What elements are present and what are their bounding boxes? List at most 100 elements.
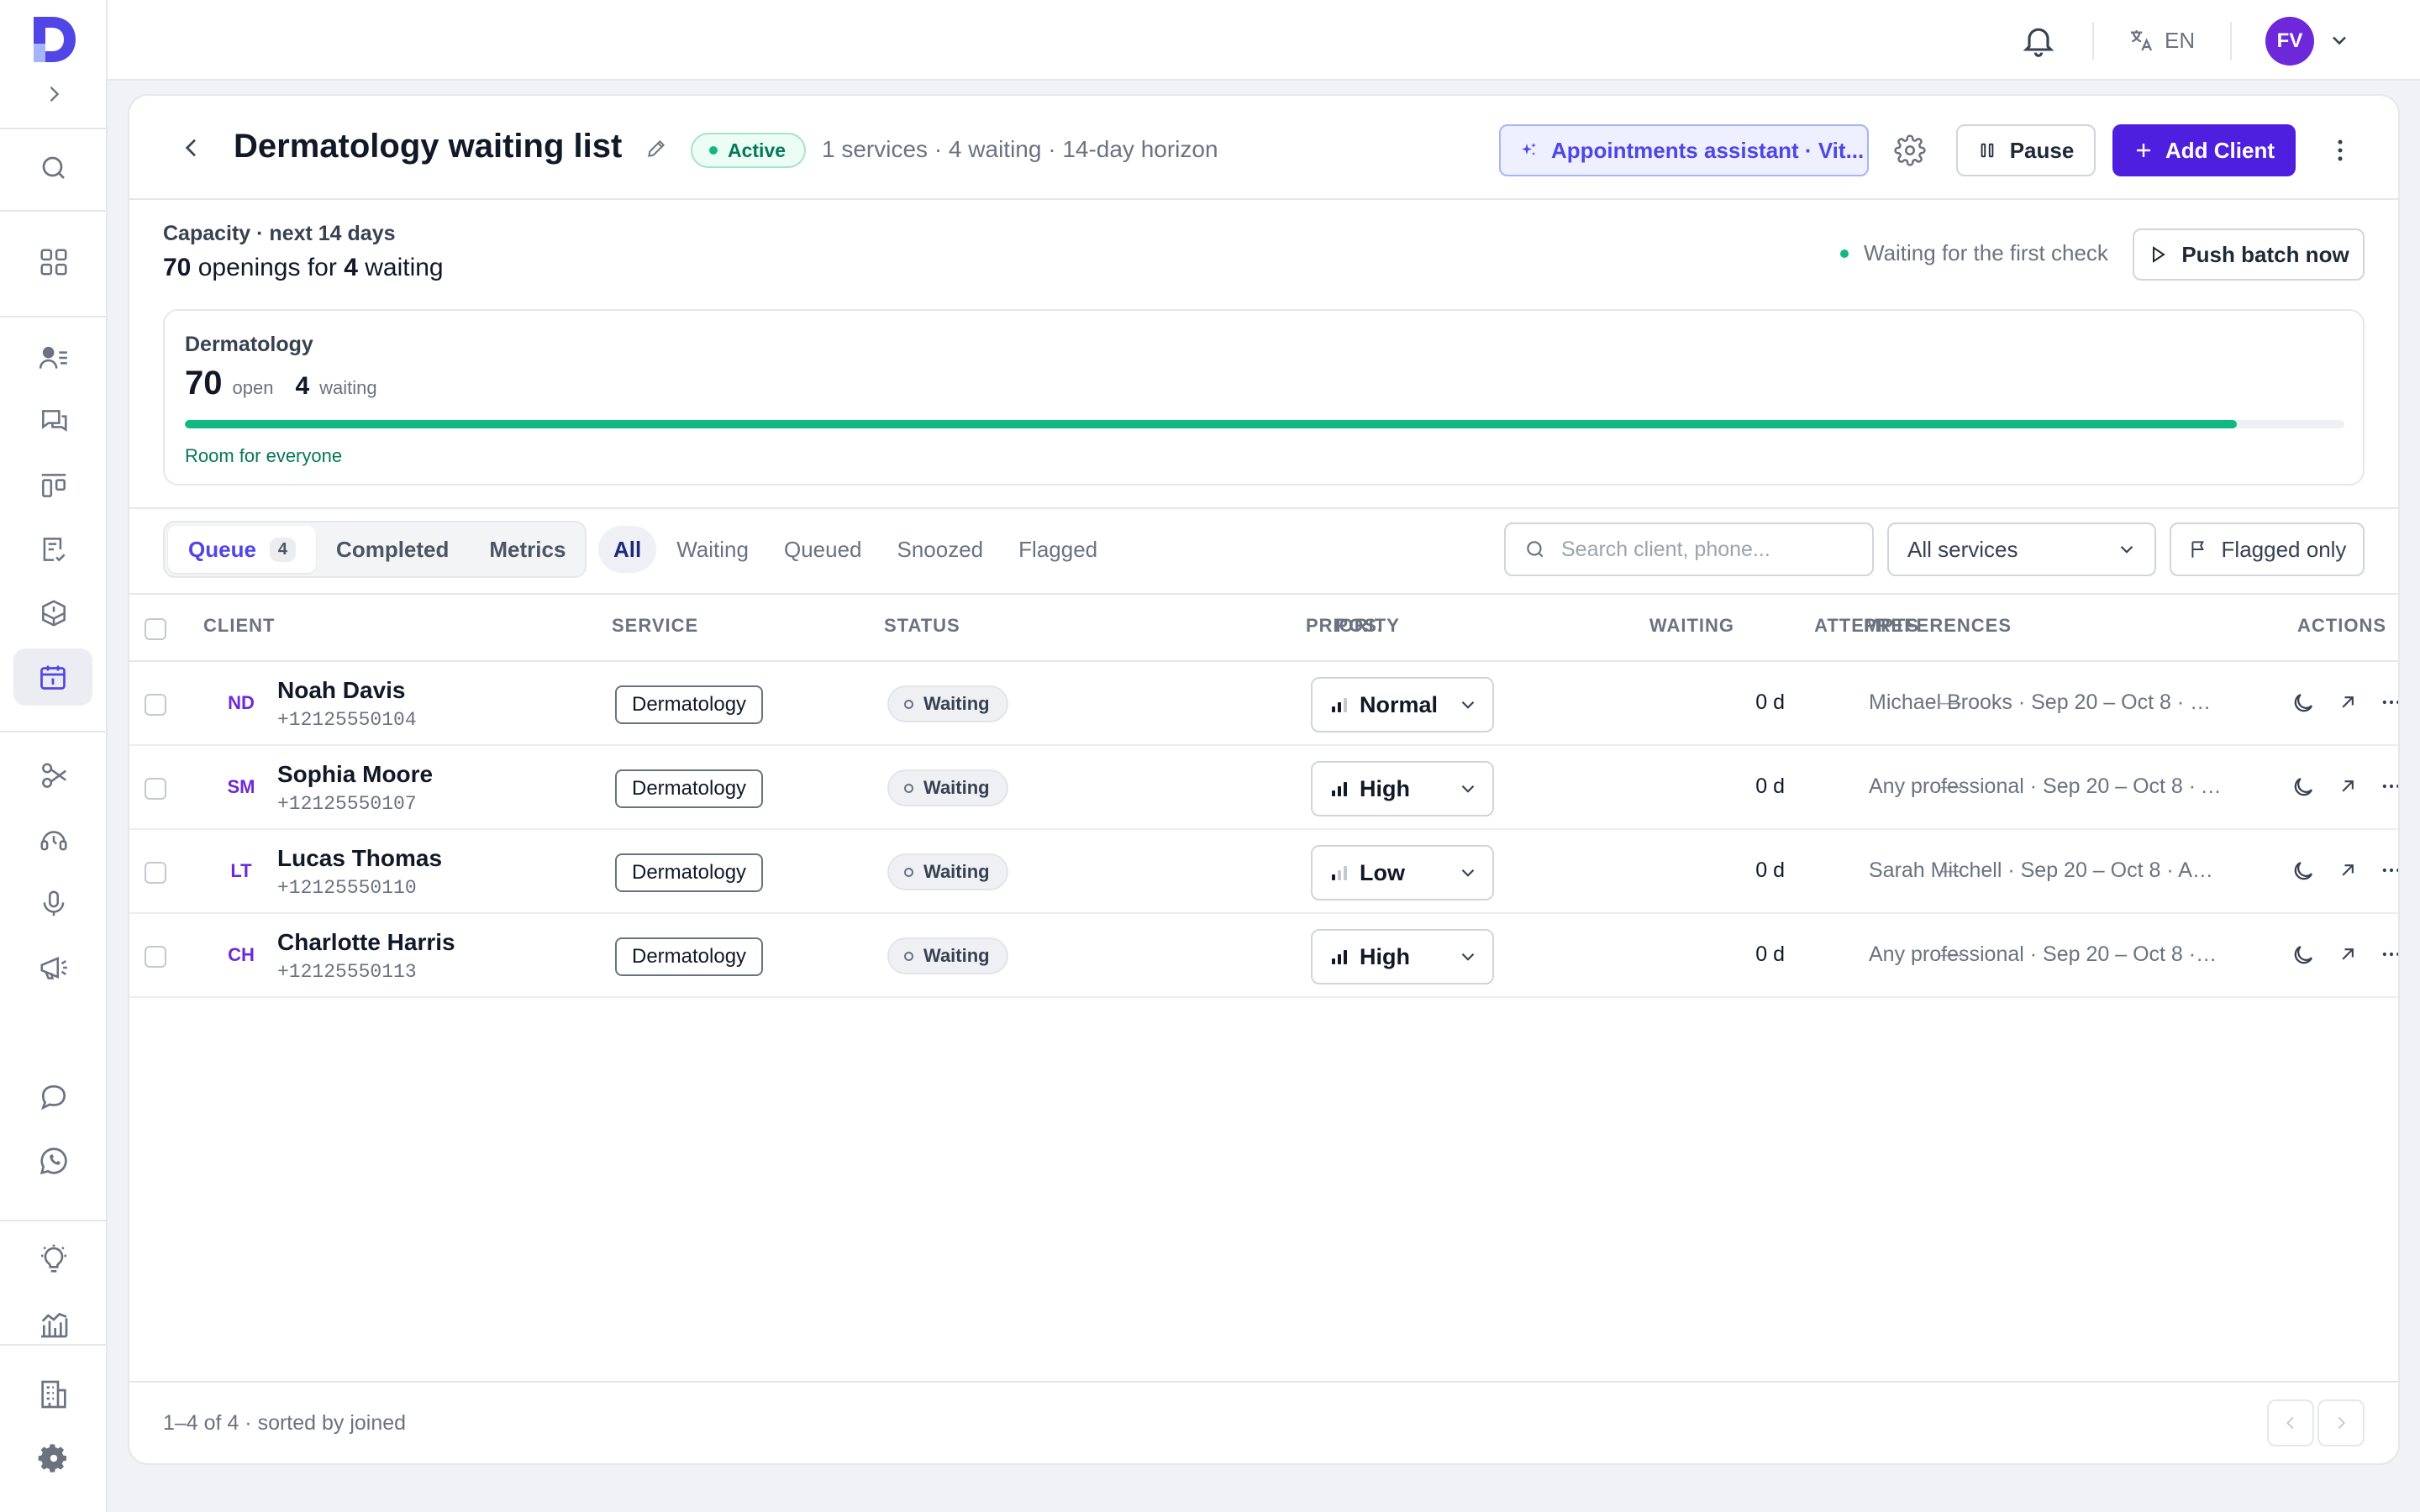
more-vertical-icon[interactable] xyxy=(2326,136,2354,165)
previous-page-button[interactable] xyxy=(2267,1399,2314,1446)
settings-icon[interactable] xyxy=(35,1440,72,1477)
column-header-priority[interactable]: PRIORITY xyxy=(1306,615,1400,637)
whatsapp-icon[interactable] xyxy=(35,1142,72,1179)
capacity-progress-bar xyxy=(185,420,2344,428)
column-header-waiting[interactable]: WAITING xyxy=(1566,615,1734,637)
push-batch-label: Push batch now xyxy=(2181,241,2349,267)
appointments-assistant-button[interactable]: Appointments assistant · Vit... xyxy=(1499,124,1869,176)
chat-icon[interactable] xyxy=(35,1079,72,1116)
row-checkbox[interactable] xyxy=(145,694,166,716)
openings-text: openings for xyxy=(197,254,337,281)
open-arrow-icon[interactable] xyxy=(2336,942,2363,969)
status-badge-label: Active xyxy=(728,139,786,161)
building-icon[interactable] xyxy=(35,1376,72,1413)
client-name[interactable]: Charlotte Harris xyxy=(277,929,455,956)
flagged-only-button[interactable]: Flagged only xyxy=(2170,522,2365,576)
add-client-label: Add Client xyxy=(2165,137,2275,163)
priority-bars-icon xyxy=(1329,947,1349,967)
packages-icon[interactable] xyxy=(35,595,72,632)
snooze-moon-icon[interactable] xyxy=(2291,858,2317,885)
search-icon[interactable] xyxy=(35,150,72,186)
conversations-icon[interactable] xyxy=(35,403,72,440)
client-name[interactable]: Lucas Thomas xyxy=(277,845,442,872)
client-name[interactable]: Sophia Moore xyxy=(277,761,433,788)
priority-select[interactable]: Normal xyxy=(1311,677,1494,732)
open-arrow-icon[interactable] xyxy=(2336,858,2363,885)
notifications-bell-icon[interactable] xyxy=(2020,22,2057,59)
service-waiting-count: 4 xyxy=(295,372,310,400)
push-batch-button[interactable]: Push batch now xyxy=(2133,228,2365,281)
back-chevron-icon[interactable] xyxy=(178,134,205,161)
tab-completed[interactable]: Completed xyxy=(316,526,469,573)
boards-icon[interactable] xyxy=(35,467,72,504)
filter-waiting[interactable]: Waiting xyxy=(661,526,764,573)
preferences-text: Any professional · Sep 20 – Oct 8 · Morn… xyxy=(1869,942,2222,966)
filter-flagged[interactable]: Flagged xyxy=(1003,526,1113,573)
priority-select[interactable]: Low xyxy=(1311,845,1494,900)
snooze-moon-icon[interactable] xyxy=(2291,774,2317,801)
voice-icon[interactable] xyxy=(35,885,72,922)
open-arrow-icon[interactable] xyxy=(2336,690,2363,717)
snooze-moon-icon[interactable] xyxy=(2291,942,2317,969)
select-all-checkbox[interactable] xyxy=(145,618,166,640)
support-icon[interactable] xyxy=(35,822,72,858)
snooze-moon-icon[interactable] xyxy=(2291,690,2317,717)
status-pill-label: Waiting xyxy=(923,777,990,798)
column-header-service[interactable]: SERVICE xyxy=(612,615,698,637)
campaigns-icon[interactable] xyxy=(35,949,72,986)
waiting-count: 4 xyxy=(344,254,358,281)
pause-icon xyxy=(1978,141,1996,160)
status-filters: All Waiting Queued Snoozed Flagged xyxy=(598,526,1113,573)
preferences-text: Sarah Mitchell · Sep 20 – Oct 8 · Any ti… xyxy=(1869,858,2222,882)
avatar[interactable]: FV xyxy=(2265,17,2314,66)
next-page-button[interactable] xyxy=(2317,1399,2365,1446)
open-arrow-icon[interactable] xyxy=(2336,774,2363,801)
more-horizontal-icon[interactable] xyxy=(2380,858,2398,885)
service-filter-select[interactable]: All services xyxy=(1887,522,2156,576)
clients-icon[interactable] xyxy=(35,339,72,376)
services-icon[interactable] xyxy=(35,758,72,795)
tab-queue[interactable]: Queue 4 xyxy=(168,526,317,573)
status-pill: Waiting xyxy=(887,853,1008,890)
priority-select[interactable]: High xyxy=(1311,929,1494,984)
table-row[interactable]: ND Noah Davis +12125550104 Dermatology Waiti… xyxy=(129,662,2398,746)
row-checkbox[interactable] xyxy=(145,946,166,968)
add-client-button[interactable]: Add Client xyxy=(2112,124,2296,176)
tab-metrics[interactable]: Metrics xyxy=(469,526,586,573)
chevron-down-icon xyxy=(1457,862,1479,884)
open-count: 70 xyxy=(185,365,223,402)
client-phone: +12125550110 xyxy=(277,877,417,899)
insights-icon[interactable] xyxy=(35,1242,72,1278)
pause-button[interactable]: Pause xyxy=(1956,124,2096,176)
column-header-preferences[interactable]: PREFERENCES xyxy=(1864,615,2012,637)
waiting-text: waiting xyxy=(365,254,444,281)
expand-sidebar-icon[interactable] xyxy=(42,82,66,106)
more-horizontal-icon[interactable] xyxy=(2380,942,2398,969)
table-row[interactable]: SM Sophia Moore +12125550107 Dermatology Wai… xyxy=(129,746,2398,830)
column-header-client[interactable]: CLIENT xyxy=(203,615,275,637)
table-row[interactable]: CH Charlotte Harris +12125550113 Dermatolog… xyxy=(129,914,2398,998)
list-settings-gear-icon[interactable] xyxy=(1894,134,1926,166)
dashboard-grid-icon[interactable] xyxy=(35,244,72,281)
search-input[interactable] xyxy=(1561,537,1854,562)
edit-pencil-icon[interactable] xyxy=(645,138,667,160)
service-counts: 70 open 4 waiting xyxy=(185,365,377,402)
chevron-down-icon[interactable] xyxy=(2328,29,2351,52)
filter-snoozed[interactable]: Snoozed xyxy=(882,526,999,573)
filter-all[interactable]: All xyxy=(598,526,657,573)
calendar-icon[interactable] xyxy=(13,648,92,706)
row-checkbox[interactable] xyxy=(145,778,166,800)
analytics-icon[interactable] xyxy=(35,1305,72,1342)
status-ring-icon xyxy=(904,699,913,709)
tasks-icon[interactable] xyxy=(35,531,72,568)
client-name[interactable]: Noah Davis xyxy=(277,677,406,704)
filter-queued[interactable]: Queued xyxy=(769,526,877,573)
more-horizontal-icon[interactable] xyxy=(2380,774,2398,801)
more-horizontal-icon[interactable] xyxy=(2380,690,2398,717)
table-row[interactable]: LT Lucas Thomas +12125550110 Dermatology Wai… xyxy=(129,830,2398,914)
logo-icon[interactable] xyxy=(29,13,79,66)
language-switcher[interactable]: EN xyxy=(2128,24,2195,57)
column-header-status[interactable]: STATUS xyxy=(884,615,960,637)
row-checkbox[interactable] xyxy=(145,862,166,884)
priority-select[interactable]: High xyxy=(1311,761,1494,816)
